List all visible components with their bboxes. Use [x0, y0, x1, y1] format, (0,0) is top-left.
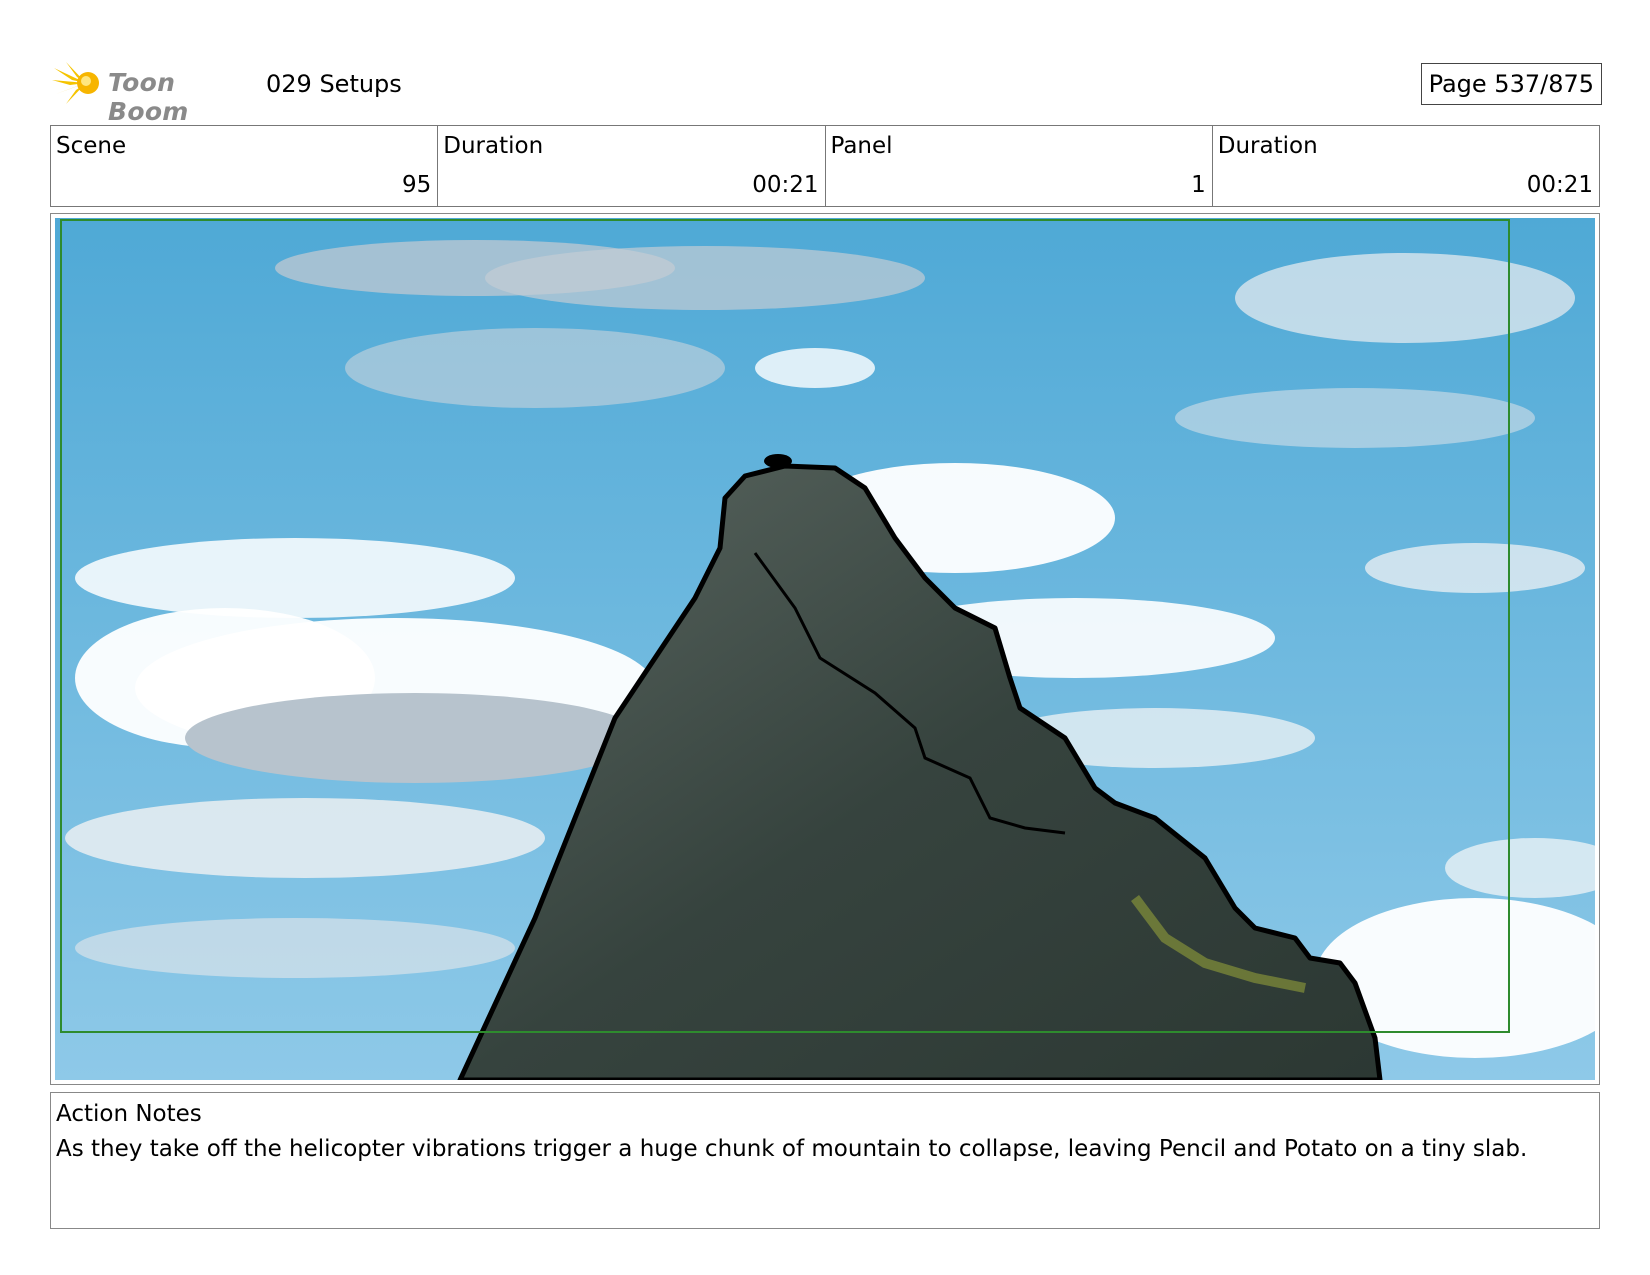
action-notes-text: As they take off the helicopter vibratio… — [56, 1136, 1528, 1162]
scene-label: Scene — [56, 133, 127, 159]
panel-artwork — [55, 218, 1595, 1080]
project-title: 029 Setups — [266, 70, 402, 98]
scene-value: 95 — [401, 172, 432, 198]
scene-duration-label: Duration — [443, 133, 544, 159]
page-indicator: Page 537/875 — [1420, 63, 1602, 105]
panel-duration-value: 00:21 — [1526, 172, 1593, 198]
logo-text: Toon Boom — [108, 68, 189, 126]
toon-boom-logo: Toon Boom — [52, 58, 252, 126]
panel-cell: Panel 1 — [826, 126, 1213, 206]
storyboard-panel — [50, 213, 1600, 1085]
action-notes: Action Notes As they take off the helico… — [50, 1092, 1600, 1229]
starburst-icon — [52, 62, 99, 104]
panel-value: 1 — [1191, 172, 1206, 198]
panel-duration-label: Duration — [1217, 133, 1318, 159]
panel-label: Panel — [830, 133, 893, 159]
scene-info-table: Scene 95 Duration 00:21 Panel 1 Duration… — [50, 125, 1600, 207]
panel-duration-cell: Duration 00:21 — [1213, 126, 1599, 206]
action-notes-label: Action Notes — [56, 1101, 202, 1127]
helicopter-silhouette — [764, 454, 792, 468]
scene-duration-cell: Duration 00:21 — [438, 126, 826, 206]
scene-duration-value: 00:21 — [752, 172, 819, 198]
scene-cell: Scene 95 — [51, 126, 439, 206]
storyboard-header: Toon Boom 029 Setups Page 537/875 — [52, 58, 1602, 126]
